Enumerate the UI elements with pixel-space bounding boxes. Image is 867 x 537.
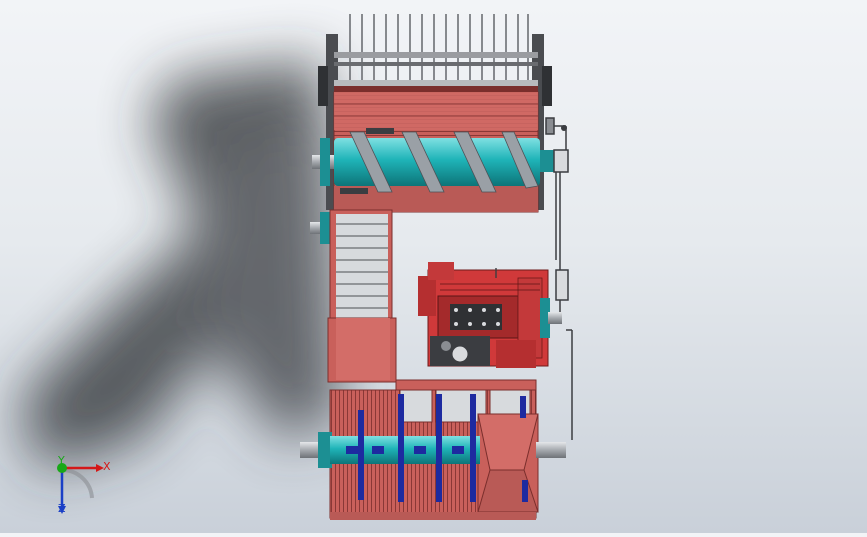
engine — [418, 262, 562, 368]
header-auger — [312, 131, 554, 193]
triad-y-label: Y — [58, 454, 65, 467]
pivot-icon — [561, 125, 567, 131]
triad-x-label: X — [103, 460, 111, 473]
coordinate-triad — [57, 463, 104, 514]
ground-shadow — [20, 60, 340, 470]
feeder-conveyor — [327, 209, 397, 383]
triad-z-label: Z — [58, 502, 66, 515]
